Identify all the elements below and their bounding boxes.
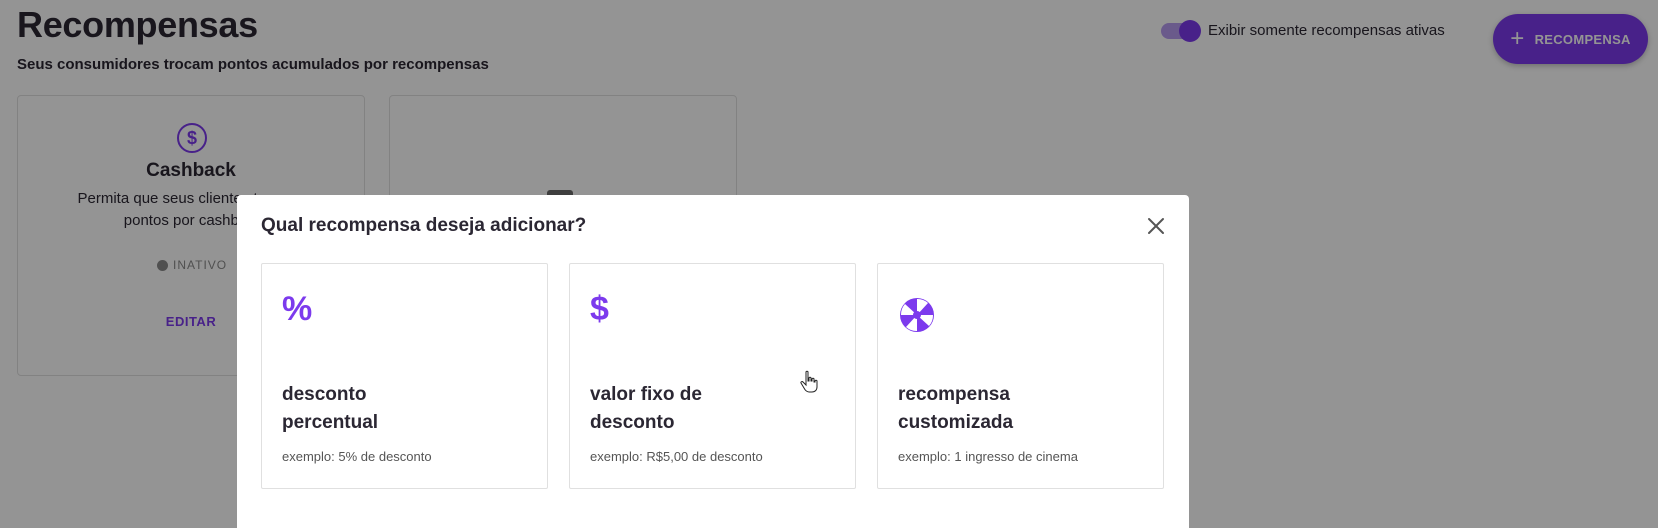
option-custom-reward[interactable]: recompensa customizada exemplo: 1 ingres… — [877, 263, 1164, 489]
close-icon[interactable] — [1145, 215, 1167, 237]
option-example: exemplo: 1 ingresso de cinema — [898, 449, 1078, 464]
option-title: valor fixo de desconto — [590, 384, 702, 433]
option-example: exemplo: 5% de desconto — [282, 449, 432, 464]
dollar-icon: $ — [590, 290, 609, 328]
candy-swirl-icon — [900, 298, 934, 332]
dialog-title: Qual recompensa deseja adicionar? — [261, 215, 587, 236]
percent-icon: % — [282, 290, 313, 328]
option-title: desconto percentual — [282, 384, 379, 433]
hand-cursor-icon — [800, 370, 818, 393]
add-reward-dialog: Qual recompensa deseja adicionar? % desc… — [237, 195, 1189, 528]
option-example: exemplo: R$5,00 de desconto — [590, 449, 763, 464]
option-title: recompensa customizada — [898, 384, 1014, 433]
option-percentage-discount[interactable]: % desconto percentual exemplo: 5% de des… — [261, 263, 548, 489]
